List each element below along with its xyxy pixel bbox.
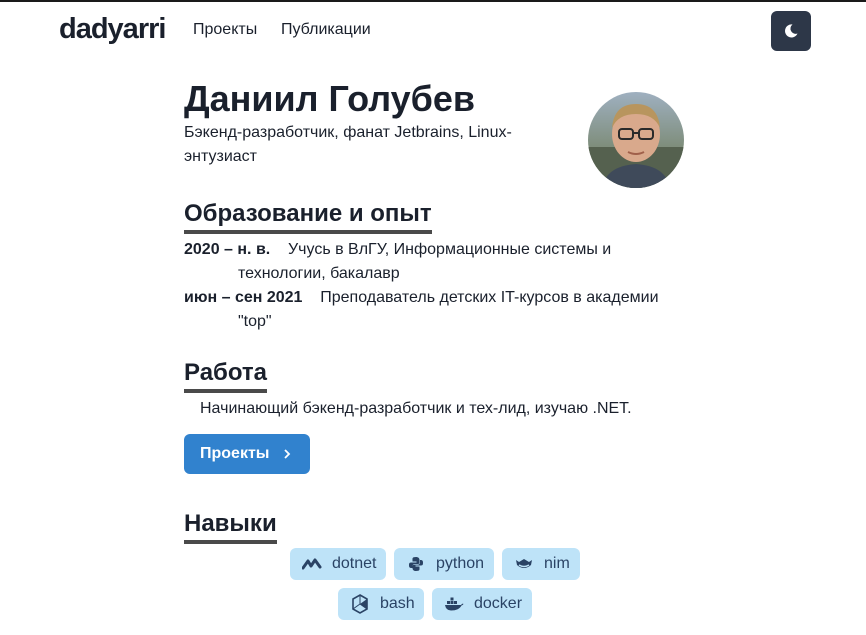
experience-item: 2020 – н. в. Учусь в ВлГУ, Информационны… <box>184 238 674 286</box>
page-title: Даниил Голубев <box>184 78 476 119</box>
projects-button[interactable]: Проекты <box>184 434 310 474</box>
docker-icon <box>444 594 464 614</box>
skill-tag-label: nim <box>544 555 570 572</box>
navbar: dadyarri Проекты Публикации <box>0 2 866 58</box>
profile-subtitle: Бэкенд-разработчик, фанат Jetbrains, Lin… <box>184 124 512 165</box>
skill-tag-bash[interactable]: bash <box>338 588 424 620</box>
experience-description: Преподаватель детских IT-курсов в академ… <box>238 289 659 330</box>
experience-date: 2020 – н. в. <box>184 241 271 258</box>
moon-icon <box>783 23 799 39</box>
skill-tag-nim[interactable]: nim <box>502 548 580 580</box>
bash-icon <box>350 594 370 614</box>
experience-item: июн – сен 2021 Преподаватель детских IT-… <box>184 286 674 334</box>
skill-tag-label: bash <box>380 595 415 612</box>
skill-tag-label: python <box>436 555 485 572</box>
skill-tag-label: dotnet <box>332 555 377 572</box>
dotnet-icon <box>302 554 322 574</box>
projects-button-label: Проекты <box>200 445 270 462</box>
site-logo[interactable]: dadyarri <box>59 13 166 46</box>
work-title: Работа <box>184 359 268 393</box>
nav-link-projects[interactable]: Проекты <box>193 21 257 39</box>
experience-date: июн – сен 2021 <box>184 289 303 306</box>
experience-description: Учусь в ВлГУ, Информационные системы и т… <box>238 241 612 282</box>
python-icon <box>406 554 426 574</box>
nim-icon <box>514 554 534 574</box>
chevron-right-icon <box>283 449 291 459</box>
skills-title: Навыки <box>184 510 277 544</box>
skill-tag-docker[interactable]: docker <box>432 588 532 620</box>
work-description: Начинающий бэкенд-разработчик и тех-лид,… <box>200 400 632 417</box>
theme-toggle-button[interactable] <box>771 11 811 51</box>
skill-tag-dotnet[interactable]: dotnet <box>290 548 386 580</box>
avatar <box>588 92 684 188</box>
nav-link-publications[interactable]: Публикации <box>281 21 371 39</box>
education-title: Образование и опыт <box>184 200 432 234</box>
skill-tag-python[interactable]: python <box>394 548 494 580</box>
skill-tag-label: docker <box>474 595 523 612</box>
